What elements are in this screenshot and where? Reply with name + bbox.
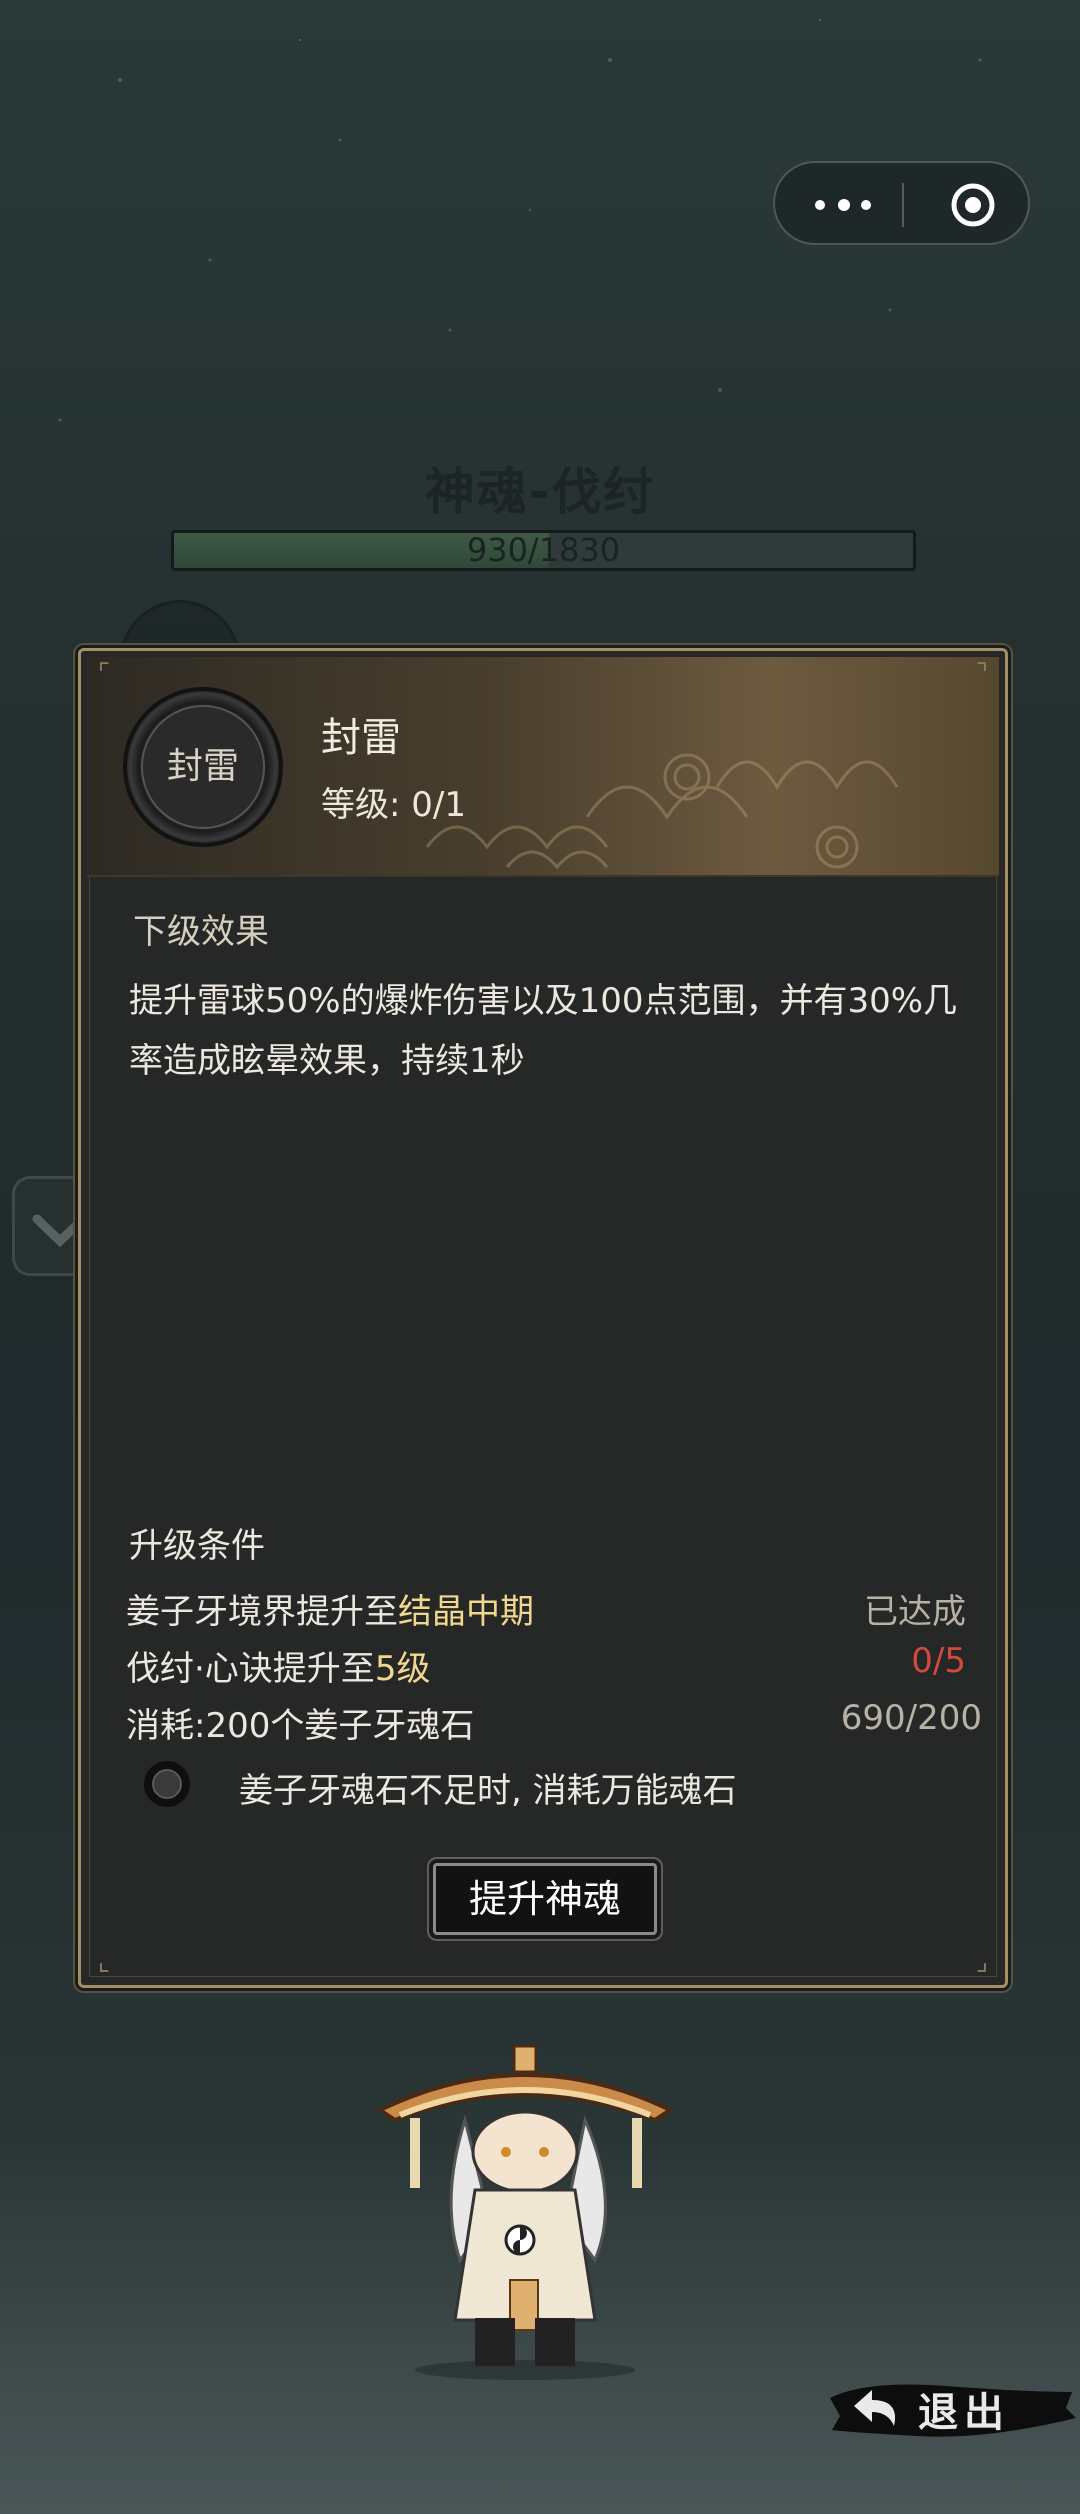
condition-row-realm: 姜子牙境界提升至结晶中期 已达成 [126,1584,966,1634]
next-effect-description: 提升雷球50%的爆炸伤害以及100点范围，并有30%几率造成眩晕效果，持续1秒 [129,981,958,1081]
exit-label: 退出 [918,2389,1010,2436]
upgrade-soul-button[interactable]: 提升神魂 [433,1863,657,1935]
condition-text: 伐纣·心诀提升至 [126,1649,375,1689]
condition-status: 已达成 [864,1592,966,1632]
more-dots-icon[interactable] [811,187,875,223]
skill-icon: 封雷 [123,687,283,847]
skill-dialog: 封雷 封雷 等级: 0/1 ⌜ ⌝ ⌞ ⌟ 下级效果 提升雷球50%的爆炸伤害以… [78,648,1008,1988]
condition-highlight: 结晶中期 [398,1592,534,1632]
universal-soulstone-label: 姜子牙魂石不足时, 消耗万能魂石 [239,1771,737,1811]
universal-soulstone-toggle[interactable] [144,1761,190,1807]
condition-highlight: 5级 [374,1649,431,1689]
condition-status: 690/200 [840,1698,982,1738]
condition-text: 姜子牙境界提升至 [126,1592,398,1632]
exit-button[interactable]: 退出 [826,2368,1076,2452]
corner-ornament: ⌟ [975,1947,989,1977]
skill-header: 封雷 封雷 等级: 0/1 [87,657,999,877]
mini-program-capsule [773,161,1030,245]
skill-level: 等级: 0/1 [321,785,466,825]
corner-ornament: ⌞ [97,1947,111,1977]
condition-text: 消耗:200个姜子牙魂石 [126,1706,475,1746]
conditions-heading: 升级条件 [129,1526,265,1566]
back-arrow-icon [854,2390,896,2426]
skill-name: 封雷 [321,715,401,761]
wave-pattern [425,753,899,870]
next-effect-heading: 下级效果 [133,912,269,952]
capsule-divider [902,183,904,227]
character-jiang-ziya [375,2044,675,2380]
skill-icon-label: 封雷 [166,746,239,787]
corner-ornament: ⌝ [975,659,989,689]
corner-ornament: ⌜ [97,659,111,689]
target-icon[interactable] [949,181,997,229]
condition-row-cost: 消耗:200个姜子牙魂石 690/200 [126,1698,982,1748]
condition-status: 0/5 [911,1641,966,1681]
soul-title: 神魂-伐纣 [424,463,656,521]
exp-bar: 930/1830 [171,530,916,571]
exp-text: 930/1830 [466,531,621,569]
condition-row-mantra: 伐纣·心诀提升至5级 0/5 [126,1641,966,1691]
